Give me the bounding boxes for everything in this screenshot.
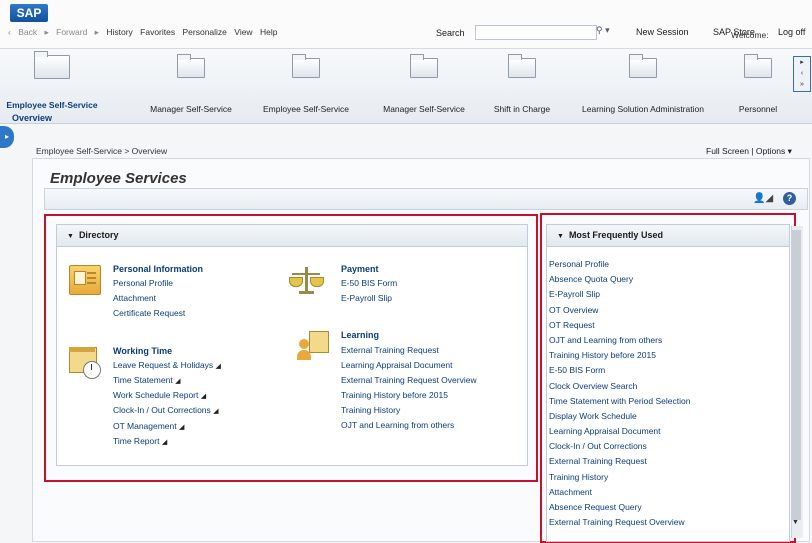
frequent-item[interactable]: Time Statement with Period Selection (549, 394, 690, 409)
page-toolbar (44, 188, 808, 210)
learning-title[interactable]: Learning (341, 330, 379, 340)
full-screen-options[interactable]: Full Screen | Options ▾ (706, 146, 792, 157)
scrollbar-thumb[interactable] (792, 230, 801, 520)
link-time-statement[interactable]: Time Statement ◢ (113, 375, 180, 385)
link-training-history-before-2015[interactable]: Training History before 2015 (341, 390, 448, 400)
tab-shift-in-charge[interactable]: Shift in Charge (486, 49, 558, 123)
side-panel-toggle[interactable]: ▸ (0, 126, 14, 148)
link-e50-bis-form[interactable]: E-50 BIS Form (341, 278, 397, 288)
folder-icon (629, 54, 657, 78)
collapse-triangle-icon: ▼ (67, 233, 74, 240)
back-arrow-icon: ‹ (8, 27, 14, 37)
search-label: Search (436, 28, 465, 38)
tab-personnel[interactable]: Personnel (728, 49, 788, 123)
folder-icon (292, 54, 320, 78)
person-menu-icon[interactable]: 👤◢ (753, 193, 773, 204)
frequent-item[interactable]: Attachment (549, 485, 690, 500)
external-link-icon: ◢ (179, 424, 185, 431)
folder-icon (34, 51, 70, 79)
frequent-item[interactable]: Clock Overview Search (549, 379, 690, 394)
help-menu[interactable]: Help (260, 27, 277, 37)
tab-overview[interactable]: Overview (12, 113, 52, 123)
external-link-icon: ◢ (175, 378, 181, 385)
frequent-item[interactable]: E-Payroll Slip (549, 287, 690, 302)
frequent-item[interactable]: OT Request (549, 318, 690, 333)
log-off-link[interactable]: Log off (778, 27, 805, 37)
personal-information-title[interactable]: Personal Information (113, 264, 203, 274)
frequent-item[interactable]: Training History (549, 470, 690, 485)
frequent-item[interactable]: OJT and Learning from others (549, 333, 690, 348)
tab-scroll-arrows[interactable]: ▸ ‹» (793, 56, 811, 92)
history-menu[interactable]: History (106, 27, 132, 37)
folder-icon (744, 54, 772, 78)
tab-employee-self-service[interactable]: Employee Self-Service (0, 49, 104, 123)
frequent-item[interactable]: Display Work Schedule (549, 409, 690, 424)
frequent-item[interactable]: Absence Request Query (549, 500, 690, 515)
link-ot-management[interactable]: OT Management ◢ (113, 421, 184, 431)
frequent-item[interactable]: E-50 BIS Form (549, 363, 690, 378)
external-link-icon: ◢ (215, 363, 221, 370)
page-title: Employee Services (50, 170, 187, 187)
link-work-schedule-report[interactable]: Work Schedule Report ◢ (113, 390, 206, 400)
frequent-item[interactable]: Learning Appraisal Document (549, 424, 690, 439)
link-e-payroll-slip[interactable]: E-Payroll Slip (341, 293, 392, 303)
frequent-item[interactable]: Personal Profile (549, 257, 690, 272)
forward-button[interactable]: Forward ▸ (56, 27, 99, 37)
collapse-triangle-icon: ▼ (557, 233, 564, 240)
frequent-item[interactable]: Clock-In / Out Corrections (549, 439, 690, 454)
frequent-header[interactable]: ▼ Most Frequently Used (547, 225, 789, 247)
favorites-menu[interactable]: Favorites (140, 27, 175, 37)
directory-panel: ▼ Directory Personal Information Personal… (56, 224, 528, 466)
external-link-icon: ◢ (161, 439, 168, 446)
top-bar (0, 0, 812, 49)
sap-logo: SAP (10, 4, 48, 22)
personalize-menu[interactable]: Personalize (183, 27, 227, 37)
link-external-training-request-overview[interactable]: External Training Request Overview (341, 375, 477, 385)
search-icon[interactable]: ⚲ ▾ (596, 25, 610, 36)
link-clock-in-out-corrections[interactable]: Clock-In / Out Corrections ◢ (113, 405, 219, 415)
folder-icon (508, 54, 536, 78)
history-nav: ‹ Back ▸ Forward ▸ History Favorites Per… (8, 27, 282, 38)
frequent-item[interactable]: Absence Quota Query (549, 272, 690, 287)
folder-icon (177, 54, 205, 78)
back-button[interactable]: ‹ Back ▸ (8, 27, 49, 37)
link-time-report[interactable]: Time Report ◢ (113, 436, 167, 446)
frequent-item[interactable]: Training History before 2015 (549, 348, 690, 363)
link-attachment[interactable]: Attachment (113, 293, 156, 303)
link-ojt-and-learning[interactable]: OJT and Learning from others (341, 420, 454, 430)
payment-title[interactable]: Payment (341, 264, 379, 274)
payment-scale-icon (289, 265, 324, 295)
external-link-icon: ◢ (213, 408, 219, 415)
help-icon[interactable]: ? (783, 192, 796, 205)
link-learning-appraisal-document[interactable]: Learning Appraisal Document (341, 360, 453, 370)
tab-employee-self-service-2[interactable]: Employee Self-Service (252, 49, 360, 123)
frequent-list: Personal Profile Absence Quota Query E-Pay… (549, 257, 690, 530)
role-tabs: Employee Self-Service Manager Self-Servi… (0, 49, 812, 124)
tab-manager-self-service[interactable]: Manager Self-Service (136, 49, 246, 123)
working-time-calendar-icon (69, 347, 103, 379)
welcome-text: Welcome: (731, 30, 769, 40)
folder-icon (410, 54, 438, 78)
working-time-title[interactable]: Working Time (113, 346, 172, 356)
frequent-item[interactable]: External Training Request (549, 454, 690, 469)
learning-person-icon (297, 331, 329, 361)
frequent-item[interactable]: External Training Request Overview (549, 515, 690, 530)
directory-header[interactable]: ▼ Directory (57, 225, 527, 247)
link-external-training-request[interactable]: External Training Request (341, 345, 439, 355)
link-certificate-request[interactable]: Certificate Request (113, 308, 185, 318)
link-training-history[interactable]: Training History (341, 405, 400, 415)
external-link-icon: ◢ (200, 393, 207, 400)
scroll-down-arrow-icon[interactable]: ▼ (792, 519, 799, 526)
tab-manager-self-service-2[interactable]: Manager Self-Service (370, 49, 478, 123)
breadcrumb[interactable]: Employee Self-Service > Overview (36, 146, 167, 156)
search-input[interactable] (475, 25, 597, 40)
most-frequently-used-panel: ▼ Most Frequently Used Personal Profile Ab… (546, 224, 790, 542)
frequent-item[interactable]: OT Overview (549, 303, 690, 318)
tab-learning-solution-administration[interactable]: Learning Solution Administration (570, 49, 716, 123)
new-session-link[interactable]: New Session (636, 27, 689, 37)
personal-information-icon (69, 265, 101, 295)
link-personal-profile[interactable]: Personal Profile (113, 278, 173, 288)
view-menu[interactable]: View (234, 27, 252, 37)
link-leave-request[interactable]: Leave Request & Holidays ◢ (113, 360, 221, 370)
